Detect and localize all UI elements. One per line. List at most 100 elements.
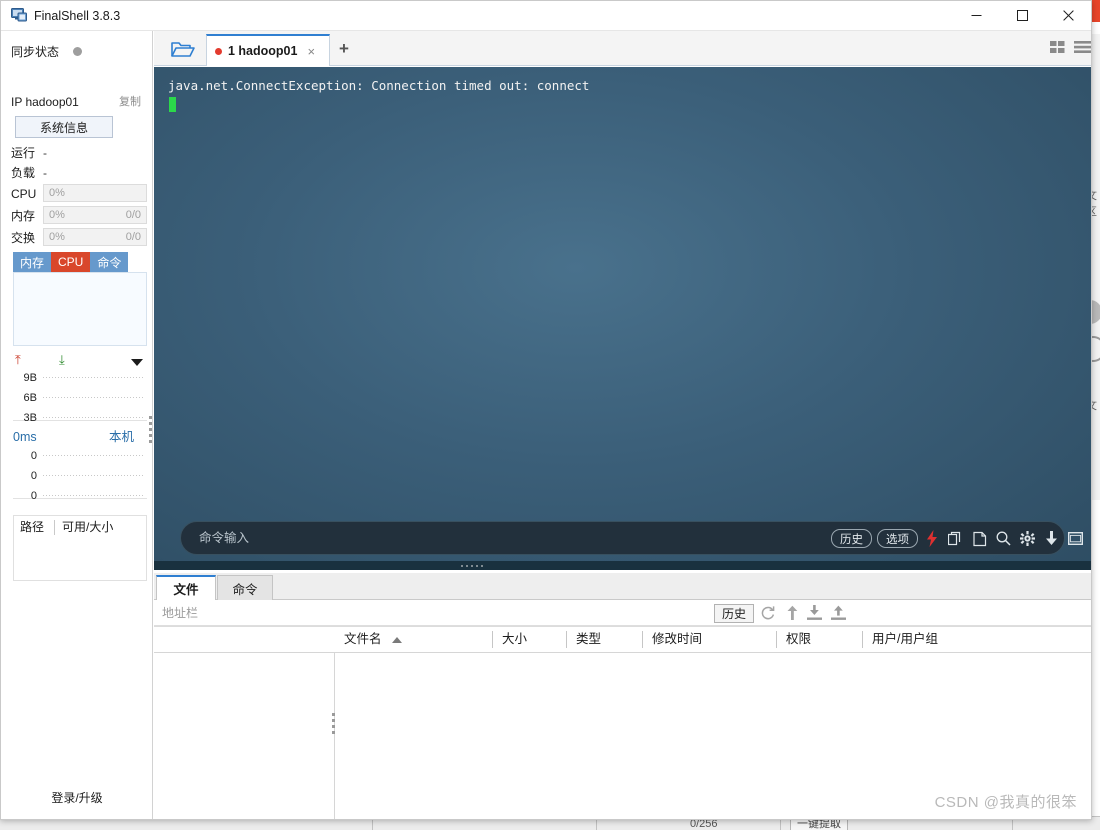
column-size[interactable]: 大小 — [502, 631, 527, 648]
latency-tick-1: 0 — [30, 470, 37, 482]
swap-value: 0% — [49, 231, 65, 243]
search-icon[interactable] — [995, 530, 1012, 547]
download-icon[interactable] — [1043, 530, 1060, 547]
column-type[interactable]: 类型 — [576, 631, 601, 648]
sync-status-label: 同步状态 — [11, 45, 60, 59]
download-icon[interactable] — [804, 603, 824, 623]
new-tab-button[interactable]: + — [339, 40, 349, 57]
sidebar-splitter[interactable] — [149, 416, 152, 443]
screen: ≡ ≡ 文 区 文 0/256 一键提取 — [0, 0, 1100, 830]
file-list-header: 文件名 大小 类型 修改时间 权限 用户/用户组 — [154, 627, 1091, 653]
upload-icon[interactable] — [828, 603, 848, 623]
view-mode-controls[interactable] — [1050, 40, 1091, 59]
copy-ip-link[interactable]: 复制 — [119, 94, 141, 110]
memory-detail: 0/0 — [125, 209, 141, 221]
maximize-button[interactable] — [999, 1, 1045, 30]
process-tab-memory[interactable]: 内存 — [13, 252, 52, 272]
splitter-grip[interactable] — [461, 565, 483, 567]
load-value: - — [43, 166, 47, 180]
net-tick-1: 6B — [23, 392, 37, 404]
tab-label: 1 hadoop01 — [228, 44, 298, 58]
close-button[interactable] — [1045, 1, 1091, 30]
runtime-value: - — [43, 146, 47, 160]
tabbar: 1 hadoop01 × + — [154, 31, 1091, 66]
app-monitor-icon — [11, 8, 27, 22]
maximize-icon — [1016, 10, 1028, 21]
sort-ascending-icon — [392, 637, 402, 643]
command-input-bar[interactable]: 命令输入 历史 选项 — [180, 521, 1083, 555]
process-tabs: 内存 CPU 命令 — [13, 252, 147, 272]
open-folder-icon[interactable] — [162, 35, 204, 63]
up-directory-icon[interactable] — [782, 603, 802, 623]
process-tab-command[interactable]: 命令 — [90, 252, 129, 272]
file-panel-splitter[interactable] — [332, 713, 335, 734]
terminal-output-area[interactable]: java.net.ConnectException: Connection ti… — [154, 67, 1091, 569]
cpu-value: 0% — [49, 187, 65, 199]
window-icon[interactable] — [1067, 530, 1084, 547]
copy-icon[interactable] — [947, 530, 964, 547]
tab-status-dot — [215, 47, 222, 55]
grid-view-icon[interactable] — [1050, 40, 1066, 59]
memory-label: 内存 — [11, 209, 36, 223]
disk-table: 路径 可用/大小 — [13, 515, 147, 581]
column-modified[interactable]: 修改时间 — [652, 631, 702, 648]
tab-commands[interactable]: 命令 — [217, 575, 273, 600]
terminal-panel-splitter[interactable] — [154, 561, 1091, 570]
column-filename[interactable]: 文件名 — [344, 631, 382, 648]
arrow-up-icon: ⤒ — [15, 352, 21, 367]
swap-label: 交换 — [11, 231, 36, 245]
latency-host: 本机 — [109, 430, 135, 444]
swap-detail: 0/0 — [125, 231, 141, 243]
address-bar-row: 历史 — [154, 600, 1091, 627]
lightning-icon[interactable] — [923, 530, 940, 547]
list-view-icon[interactable] — [1074, 40, 1091, 59]
net-tick-0: 9B — [23, 372, 37, 384]
paste-icon[interactable] — [971, 530, 988, 547]
cpu-label: CPU — [11, 187, 37, 201]
system-info-button[interactable]: 系统信息 — [15, 116, 113, 138]
file-panel-tabs: 文件 命令 — [154, 573, 1091, 600]
minimize-icon — [971, 10, 982, 21]
sync-status-indicator — [73, 47, 82, 56]
terminal-history-button[interactable]: 历史 — [831, 529, 872, 548]
memory-value: 0% — [49, 209, 65, 221]
gear-icon[interactable] — [1019, 530, 1036, 547]
process-tab-cpu[interactable]: CPU — [51, 252, 91, 272]
tab-files[interactable]: 文件 — [156, 575, 216, 600]
load-label: 负载 — [11, 166, 36, 180]
tab-close-icon[interactable]: × — [307, 45, 315, 58]
arrow-down-icon: ⤓ — [59, 352, 65, 367]
sidebar: 同步状态 IP hadoop01 复制 系统信息 运行 - 负载 - CPU 0… — [1, 31, 153, 819]
finalshell-window: FinalShell 3.8.3 同步状态 IP hadoop01 复制 系统信… — [0, 0, 1092, 820]
terminal-cursor — [169, 97, 176, 112]
command-input-placeholder: 命令输入 — [199, 531, 250, 545]
terminal-options-button[interactable]: 选项 — [877, 529, 918, 548]
ip-label: IP hadoop01 — [11, 95, 79, 109]
net-tick-2: 3B — [23, 412, 37, 424]
minimize-button[interactable] — [953, 1, 999, 30]
process-list[interactable] — [13, 272, 147, 346]
watermark: CSDN @我真的很笨 — [934, 794, 1077, 811]
login-upgrade-link[interactable]: 登录/升级 — [1, 789, 153, 806]
tab-hadoop01[interactable]: 1 hadoop01 × — [206, 34, 330, 66]
memory-meter: 0% 0/0 — [43, 206, 147, 224]
window-title: FinalShell 3.8.3 — [34, 9, 121, 23]
column-permissions[interactable]: 权限 — [786, 631, 811, 648]
terminal-output-line: java.net.ConnectException: Connection ti… — [168, 78, 590, 93]
column-owner[interactable]: 用户/用户组 — [872, 631, 938, 648]
swap-meter: 0% 0/0 — [43, 228, 147, 246]
latency-graph: 0ms 本机 0 0 0 — [13, 429, 147, 502]
latency-tick-0: 0 — [30, 450, 37, 462]
network-graph: ⤒ ⤓ 9B 6B 3B — [13, 352, 147, 424]
cpu-meter: 0% — [43, 184, 147, 202]
directory-tree-pane[interactable] — [154, 627, 335, 819]
close-icon — [1062, 10, 1074, 21]
refresh-icon[interactable] — [758, 603, 778, 623]
address-input[interactable] — [154, 602, 714, 624]
file-history-button[interactable]: 历史 — [714, 604, 755, 623]
caret-down-icon[interactable] — [131, 359, 143, 366]
titlebar: FinalShell 3.8.3 — [1, 1, 1091, 31]
file-panel: 文件 命令 历史 — [154, 573, 1091, 819]
latency-tick-2: 0 — [30, 490, 37, 502]
runtime-label: 运行 — [11, 146, 36, 160]
